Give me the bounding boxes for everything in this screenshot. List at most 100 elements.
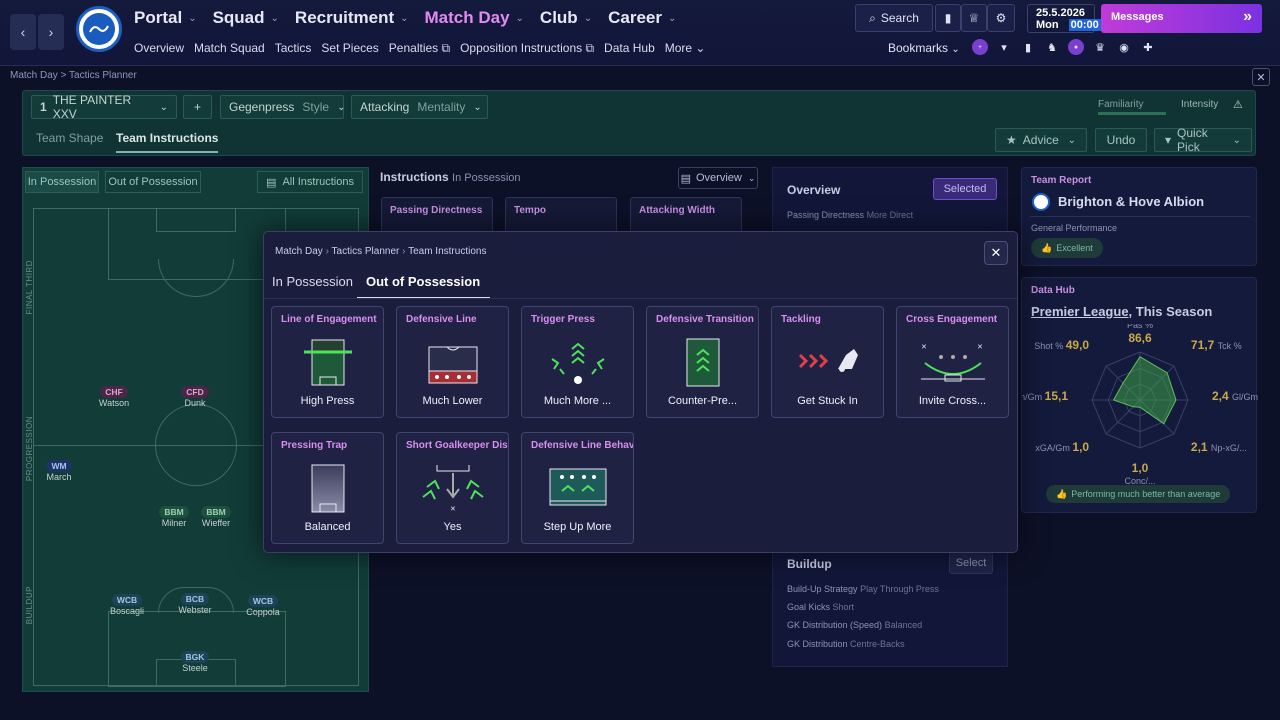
nav-club[interactable]: Club ⌄ — [540, 8, 592, 28]
shirt-icon: ▾ — [1165, 133, 1172, 147]
club-crest-icon[interactable] — [76, 6, 122, 52]
undo-button[interactable]: Undo — [1095, 128, 1147, 152]
bookmark-medical-icon[interactable]: ✚ — [1140, 39, 1156, 55]
nav-squad[interactable]: Squad ⌄ — [213, 8, 279, 28]
data-hub-subtitle[interactable]: Premier League, This Season — [1031, 304, 1212, 319]
crumb-team-instructions[interactable]: Team Instructions — [408, 246, 486, 257]
settings-button[interactable]: ⚙ — [987, 4, 1015, 32]
quick-pick-button[interactable]: ▾ Quick Pick ⌄ — [1154, 126, 1252, 154]
bookmarks-menu[interactable]: Bookmarks ⌄ — [888, 41, 960, 55]
zone-buildup: BUILDUP — [25, 586, 34, 625]
row-value: Short — [832, 602, 855, 612]
view-selector[interactable]: ▤ Overview ⌄ — [678, 167, 758, 189]
line-of-engagement-icon — [304, 339, 352, 386]
card-defensive-line-behaviour[interactable]: Defensive Line Behaviour Step Up More — [521, 432, 634, 544]
short-goalkeeper-distribution-icon: ✕ — [422, 465, 484, 513]
player-wieffer[interactable]: BBM Wieffer — [186, 506, 246, 528]
date-box[interactable]: 25.5.2026 Mon 00:00 — [1027, 4, 1101, 33]
tab-out-of-possession[interactable]: Out of Possession — [357, 274, 490, 299]
row-key: GK Distribution — [787, 639, 848, 649]
card-cross-engagement[interactable]: Cross Engagement ✕ ✕ Invite Cross... — [896, 306, 1009, 418]
select-button[interactable]: Select — [949, 552, 993, 574]
card-defensive-transition[interactable]: Defensive Transition Counter-Pre... — [646, 306, 759, 418]
nav-career[interactable]: Career ⌄ — [608, 8, 676, 28]
player-webster[interactable]: BCB Webster — [165, 593, 225, 615]
subnav-data-hub[interactable]: Data Hub — [604, 41, 655, 56]
player-boscagli[interactable]: WCB Boscagli — [97, 594, 157, 616]
tab-in-possession[interactable]: In Possession — [272, 274, 353, 289]
player-steele[interactable]: BGK Steele — [165, 651, 225, 673]
mentality-value: Attacking — [360, 100, 410, 114]
club-name[interactable]: Brighton & Hove Albion — [1058, 194, 1204, 209]
close-icon[interactable]: ✕ — [1252, 68, 1270, 86]
tactic-number: 1 — [40, 100, 47, 114]
radar-label: 1,0 Conc/... — [1124, 461, 1155, 484]
player-watson[interactable]: CHF Watson — [84, 386, 144, 408]
add-tactic-button[interactable]: + — [183, 95, 212, 119]
bookmark-squad-icon[interactable]: + — [972, 39, 988, 55]
tab-team-shape[interactable]: Team Shape — [36, 131, 103, 145]
team-report-title[interactable]: Team Report — [1031, 175, 1091, 186]
tab-pitch-in-possession[interactable]: In Possession — [25, 171, 99, 193]
bookmark-trophy-icon[interactable]: ♛ — [1092, 39, 1108, 55]
subnav-more[interactable]: More ⌄ — [665, 41, 706, 56]
card-tackling[interactable]: Tackling Get Stuck In — [771, 306, 884, 418]
subnav-set-pieces[interactable]: Set Pieces — [321, 41, 378, 56]
subnav-overview[interactable]: Overview — [134, 41, 184, 56]
mentality-selector[interactable]: Attacking Mentality ⌄ — [351, 95, 488, 119]
all-instructions-label: All Instructions — [282, 176, 354, 188]
card-title: Line of Engagement — [281, 314, 377, 325]
warning-icon: ⚠ — [1233, 99, 1243, 111]
position-badge: BBM — [159, 506, 189, 518]
chevron-down-icon: ⌄ — [1232, 134, 1241, 146]
card-pressing-trap[interactable]: Pressing Trap Balanced — [271, 432, 384, 544]
tactic-selector[interactable]: 1 THE PAINTER XXV ⌄ — [31, 93, 177, 121]
card-trigger-press[interactable]: Trigger Press Much More ... — [521, 306, 634, 418]
card-value: High Press — [300, 395, 355, 407]
club-crest-icon — [1032, 193, 1050, 211]
bookmark-kit-icon[interactable]: ▮ — [1020, 39, 1036, 55]
bookmark-ball-icon[interactable]: ◉ — [1116, 39, 1132, 55]
tab-pitch-out-of-possession[interactable]: Out of Possession — [105, 171, 201, 193]
defensive-transition-icon — [686, 338, 720, 387]
player-dunk[interactable]: CFD Dunk — [165, 386, 225, 408]
card-defensive-line[interactable]: Defensive Line Much Lower — [396, 306, 509, 418]
card-line-of-engagement[interactable]: Line of Engagement High Press — [271, 306, 384, 418]
forward-button[interactable]: › — [38, 14, 64, 50]
player-name: Webster — [178, 605, 212, 615]
style-selector[interactable]: Gegenpress Style ⌄ — [220, 95, 345, 119]
subnav-penalties[interactable]: Penalties ⧉ — [389, 41, 450, 56]
subnav-opposition-instructions[interactable]: Opposition Instructions ⧉ — [460, 41, 594, 56]
subnav-match-squad[interactable]: Match Squad — [194, 41, 265, 56]
crumb-tactics-planner[interactable]: Tactics Planner — [332, 246, 400, 257]
back-button[interactable]: ‹ — [10, 14, 36, 50]
radar-label-name: Pas % — [1127, 324, 1153, 330]
all-instructions-button[interactable]: ▤ All Instructions — [257, 171, 363, 193]
bookmark-scout-icon[interactable]: ♞ — [1044, 39, 1060, 55]
advice-button[interactable]: ★ Advice ⌄ — [995, 128, 1087, 152]
card-short-goalkeeper-distribution[interactable]: Short Goalkeeper Distribution ✕ Yes — [396, 432, 509, 544]
nav-recruitment[interactable]: Recruitment ⌄ — [295, 8, 409, 28]
notes-button[interactable]: ▮ — [935, 4, 961, 32]
player-march[interactable]: WM March — [29, 460, 89, 482]
row-value: Balanced — [884, 620, 923, 630]
bookmark-shirt-icon[interactable]: ▾ — [996, 39, 1012, 55]
nav-portal[interactable]: Portal ⌄ — [134, 8, 197, 28]
player-coppola[interactable]: WCB Coppola — [233, 595, 293, 617]
radar-label: Shot % 49,0 — [1034, 338, 1089, 352]
subnav-tactics[interactable]: Tactics — [275, 41, 312, 56]
tab-team-instructions[interactable]: Team Instructions — [116, 131, 219, 153]
performance-summary: Performing much better than average — [1071, 489, 1221, 499]
nav-match-day[interactable]: Match Day ⌄ — [425, 8, 524, 28]
familiarity-meter[interactable]: Familiarity — [1098, 99, 1166, 115]
period-label: , This Season — [1128, 304, 1213, 319]
selected-button[interactable]: Selected — [933, 178, 997, 200]
search-button[interactable]: ⌕ Search — [855, 4, 933, 32]
messages-button[interactable]: Messages » — [1101, 4, 1262, 33]
close-modal-button[interactable]: ✕ — [984, 241, 1008, 265]
crumb-match-day[interactable]: Match Day — [275, 246, 323, 257]
intensity-label[interactable]: Intensity — [1181, 99, 1218, 110]
team-talk-button[interactable]: ♕ — [961, 4, 987, 32]
data-hub-title[interactable]: Data Hub — [1031, 285, 1075, 296]
bookmark-alert-icon[interactable]: ● — [1068, 39, 1084, 55]
